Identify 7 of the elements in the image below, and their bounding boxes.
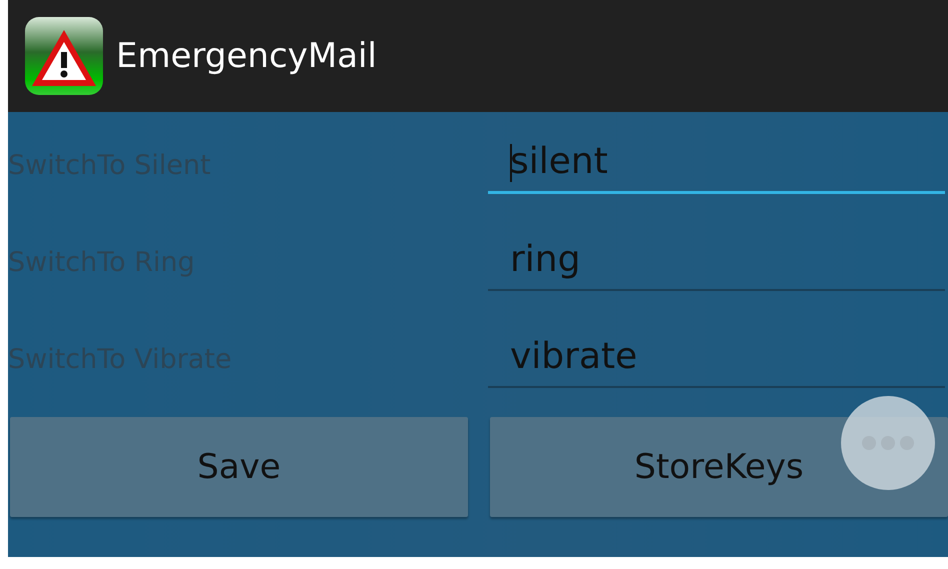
input-field[interactable]: ring — [488, 229, 945, 291]
warning-icon — [24, 16, 104, 96]
app-title: EmergencyMail — [116, 36, 377, 76]
input-field[interactable]: silent — [488, 132, 945, 194]
input-field[interactable]: vibrate — [488, 326, 945, 388]
action-button[interactable]: Save — [10, 417, 468, 517]
more-icon[interactable] — [840, 395, 936, 491]
